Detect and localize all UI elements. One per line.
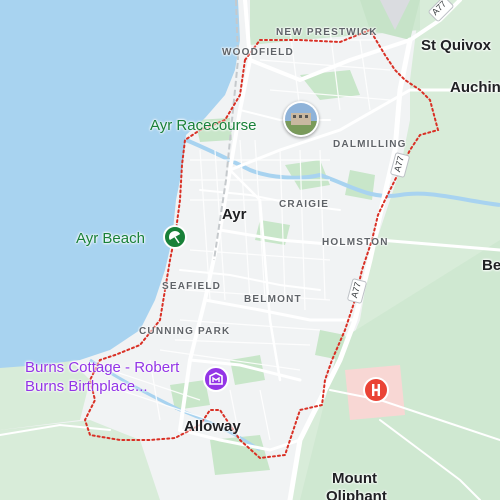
label-dalmilling: DALMILLING [333,139,407,150]
map-canvas[interactable]: A77 A77 A77 NEW PRESTWICK WOODFIELD DALM… [0,0,500,500]
photo-thumbnail-icon[interactable] [283,101,319,137]
museum-icon[interactable] [203,366,229,392]
map-base-layer [0,0,500,500]
label-ayr[interactable]: Ayr [222,206,246,223]
poi-label-ayr-beach[interactable]: Ayr Beach [76,230,145,247]
label-new-prestwick: NEW PRESTWICK [276,27,378,38]
poi-label-ayr-racecourse[interactable]: Ayr Racecourse [150,117,256,134]
hospital-icon[interactable] [363,377,389,403]
label-oliphant[interactable]: Oliphant [326,488,387,500]
label-mount[interactable]: Mount [332,470,377,487]
label-belmont: BELMONT [244,294,302,305]
label-cunning-park: CUNNING PARK [139,326,231,337]
label-st-quivox[interactable]: St Quivox [421,37,491,54]
label-woodfield: WOODFIELD [222,47,294,58]
label-be[interactable]: Be [482,257,500,274]
poi-label-burns-cottage-line2[interactable]: Burns Birthplace... [25,378,148,396]
poi-label-burns-cottage-line1[interactable]: Burns Cottage - Robert [25,359,179,377]
label-alloway[interactable]: Alloway [184,418,241,435]
label-holmston: HOLMSTON [322,237,389,248]
label-auchin[interactable]: Auchin [450,79,500,96]
label-craigie: CRAIGIE [279,199,330,210]
beach-umbrella-icon[interactable] [163,225,187,249]
label-seafield: SEAFIELD [162,281,222,292]
